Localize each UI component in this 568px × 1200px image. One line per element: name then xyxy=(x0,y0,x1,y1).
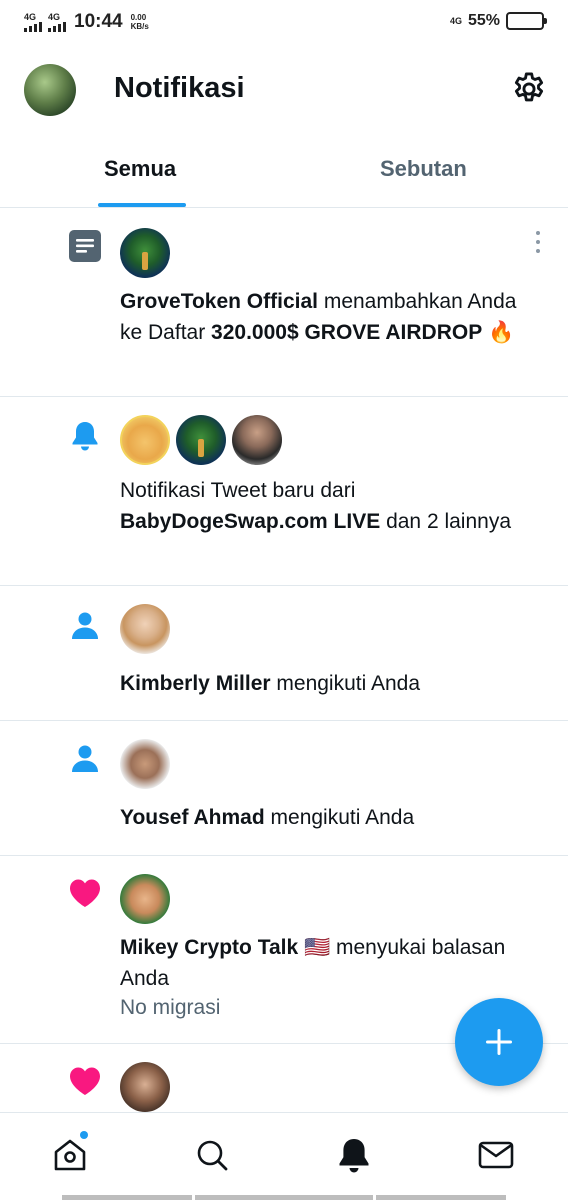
notification-avatars xyxy=(120,739,170,789)
network-label-1: 4G xyxy=(24,11,37,22)
avatar[interactable] xyxy=(176,415,226,465)
bottom-nav xyxy=(0,1112,568,1200)
avatar[interactable] xyxy=(120,415,170,465)
tab-selected-indicator xyxy=(98,203,186,207)
bell-icon[interactable] xyxy=(334,1135,374,1175)
notification-avatars xyxy=(120,228,170,278)
tab-mentions[interactable]: Sebutan xyxy=(380,156,467,182)
compose-button[interactable] xyxy=(455,998,543,1086)
notification-text-part: dan 2 lainnya xyxy=(380,510,512,533)
gesture-bar xyxy=(195,1195,373,1200)
notification-avatars xyxy=(120,1062,170,1112)
signal-bars-icon xyxy=(24,21,42,32)
network-indicator-1: 4G xyxy=(24,11,42,32)
notification-text-part[interactable]: GroveToken Official xyxy=(120,290,318,313)
notification-text-part: Notifikasi Tweet baru dari xyxy=(120,479,356,502)
notification-item[interactable]: Notifikasi Tweet baru dari BabyDogeSwap.… xyxy=(0,397,568,586)
avatar[interactable] xyxy=(120,739,170,789)
notification-text-part[interactable]: Kimberly Miller xyxy=(120,672,271,695)
person-icon xyxy=(72,745,98,772)
notification-item[interactable]: GroveToken Official menambahkan Anda ke … xyxy=(0,209,568,397)
avatar[interactable] xyxy=(120,604,170,654)
notification-avatars xyxy=(120,604,170,654)
liked-reply-preview: No migrasi xyxy=(120,996,221,1019)
battery-percent: 55% xyxy=(467,12,500,29)
status-left: 4G 4G 10:44 0.00 KB/s xyxy=(24,11,149,33)
network-speed-unit: KB/s xyxy=(130,22,149,31)
notification-avatars xyxy=(120,874,170,924)
clock: 10:44 xyxy=(74,11,123,32)
network-speed-value: 0.00 xyxy=(130,13,147,22)
notification-text: Notifikasi Tweet baru dari BabyDogeSwap.… xyxy=(120,475,540,537)
avatar[interactable] xyxy=(232,415,282,465)
app-header: Notifikasi xyxy=(0,54,568,126)
page-title: Notifikasi xyxy=(114,72,245,104)
heart-icon xyxy=(70,1067,100,1095)
tab-bar: Semua Sebutan xyxy=(0,140,568,208)
signal-bars-icon xyxy=(48,21,66,32)
search-icon[interactable] xyxy=(192,1135,232,1175)
heart-icon xyxy=(70,879,100,907)
notification-text-part[interactable]: Mikey Crypto Talk xyxy=(120,936,298,959)
network-indicator-2: 4G xyxy=(48,11,66,32)
notification-text-part: 🔥 xyxy=(482,321,515,344)
gesture-bar xyxy=(62,1195,192,1200)
notification-avatars xyxy=(120,415,282,465)
home-icon[interactable] xyxy=(50,1135,90,1175)
gesture-bar xyxy=(376,1195,506,1200)
mail-icon[interactable] xyxy=(476,1135,516,1175)
status-right: 4G 55% xyxy=(449,12,547,30)
bell-icon xyxy=(72,422,98,451)
avatar[interactable] xyxy=(120,1062,170,1112)
battery-icon xyxy=(506,12,547,30)
avatar[interactable] xyxy=(120,228,170,278)
list-icon xyxy=(69,230,101,262)
notification-text-part[interactable]: BabyDogeSwap.com LIVE xyxy=(120,510,380,533)
notification-text-part[interactable]: Yousef Ahmad xyxy=(120,806,265,829)
notification-item[interactable]: Yousef Ahmad mengikuti Anda xyxy=(0,721,568,856)
status-bar: 4G 4G 10:44 0.00 KB/s 4G 55% xyxy=(0,0,568,44)
notification-text: Kimberly Miller mengikuti Anda xyxy=(120,668,540,699)
plus-icon xyxy=(486,1029,512,1055)
notification-text-part[interactable]: 320.000$ GROVE AIRDROP xyxy=(211,321,482,344)
notification-text: Mikey Crypto Talk 🇺🇸 menyukai balasan An… xyxy=(120,932,540,994)
notification-item[interactable]: Kimberly Miller mengikuti Anda xyxy=(0,586,568,721)
more-options-icon[interactable] xyxy=(534,231,542,253)
person-icon xyxy=(72,612,98,639)
network-label-3: 4G xyxy=(449,16,462,26)
notification-text: GroveToken Official menambahkan Anda ke … xyxy=(120,286,540,348)
network-label-2: 4G xyxy=(48,11,61,22)
tab-all[interactable]: Semua xyxy=(104,156,176,182)
profile-avatar[interactable] xyxy=(24,64,76,116)
notification-text-part: mengikuti Anda xyxy=(264,806,415,829)
avatar[interactable] xyxy=(120,874,170,924)
notification-text: Yousef Ahmad mengikuti Anda xyxy=(120,802,540,833)
home-unread-dot xyxy=(80,1131,88,1139)
network-speed: 0.00 KB/s xyxy=(131,13,149,31)
notification-text-part: mengikuti Anda xyxy=(270,672,420,695)
gear-icon[interactable] xyxy=(510,70,548,108)
